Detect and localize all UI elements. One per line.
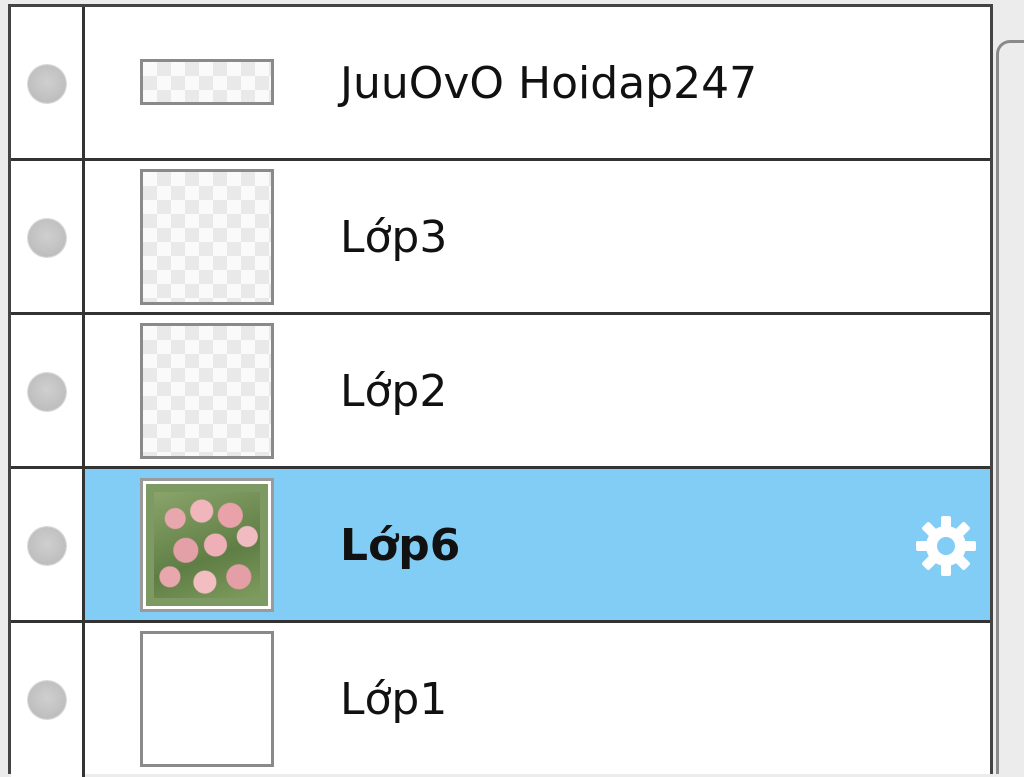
visibility-toggle[interactable] xyxy=(28,527,66,565)
layer-thumbnail xyxy=(140,169,274,305)
layer-name: Lớp3 xyxy=(340,212,448,263)
visibility-column xyxy=(11,161,85,312)
visibility-toggle[interactable] xyxy=(28,219,66,257)
layer-thumbnail xyxy=(140,59,274,105)
layer-content[interactable]: Lớp3 xyxy=(85,161,990,312)
visibility-column xyxy=(11,623,85,777)
layer-content[interactable]: Lớp2 xyxy=(85,315,990,466)
layer-name: Lớp6 xyxy=(340,520,461,571)
visibility-toggle[interactable] xyxy=(28,681,66,719)
layer-row[interactable]: Lớp2 xyxy=(11,315,990,469)
layer-row[interactable]: Lớp1 xyxy=(11,623,990,777)
layer-thumbnail xyxy=(140,631,274,767)
layer-name: Lớp2 xyxy=(340,366,448,417)
flowers-image xyxy=(154,492,260,598)
layer-name: JuuOvO Hoidap247 xyxy=(340,58,758,109)
layer-content[interactable]: Lớp1 xyxy=(85,623,990,777)
layer-thumbnail xyxy=(140,478,274,612)
layer-thumbnail xyxy=(140,323,274,459)
visibility-column xyxy=(11,469,85,620)
gear-icon[interactable] xyxy=(914,514,978,578)
layers-panel: JuuOvO Hoidap247 Lớp3 Lớp2 Lớp6 Lớp1 xyxy=(8,4,993,777)
visibility-toggle[interactable] xyxy=(28,373,66,411)
layer-content[interactable]: JuuOvO Hoidap247 xyxy=(85,7,990,158)
layer-content[interactable]: Lớp6 xyxy=(85,469,990,620)
visibility-column xyxy=(11,315,85,466)
layer-row[interactable]: Lớp3 xyxy=(11,161,990,315)
visibility-column xyxy=(11,7,85,158)
visibility-toggle[interactable] xyxy=(28,65,66,103)
layer-row-selected[interactable]: Lớp6 xyxy=(11,469,990,623)
layer-name: Lớp1 xyxy=(340,674,448,725)
scrollbar[interactable] xyxy=(996,40,1024,774)
layer-row[interactable]: JuuOvO Hoidap247 xyxy=(11,7,990,161)
